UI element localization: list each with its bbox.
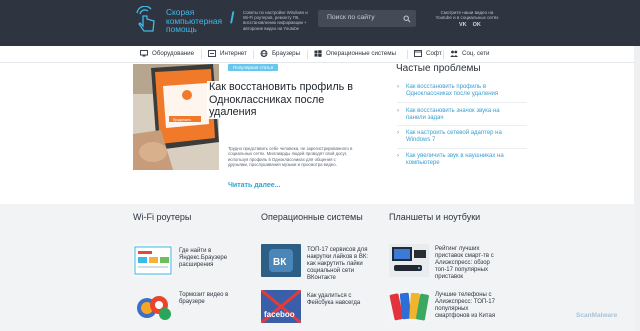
card-image[interactable]: ВК (261, 244, 301, 277)
chevron-right-icon: › (397, 153, 399, 159)
card-image[interactable] (133, 290, 173, 323)
nav-label: Браузеры (272, 50, 301, 57)
search-box[interactable]: Поиск по сайту (318, 10, 416, 27)
nav-divider (201, 50, 202, 59)
faq-link[interactable]: › Как восстановить профиль в Одноклассник… (397, 84, 517, 98)
nav-item-browsers[interactable]: Браузеры (260, 50, 300, 57)
featured-excerpt: Трудно представить себе человека, не зар… (228, 146, 353, 168)
nav-item-software[interactable]: Софт (414, 50, 442, 57)
faq-link[interactable]: › Как увеличить звук в наушниках на компь… (397, 153, 517, 167)
logo-text[interactable]: Скорая компьютерная помощь (166, 8, 236, 34)
card-image[interactable] (389, 290, 429, 323)
card-link[interactable]: Как удалиться с Фейсбука навсегда (307, 293, 371, 307)
image-button-word: Продолжить (173, 118, 192, 122)
nav-item-internet[interactable]: Интернет (208, 50, 247, 57)
card-image[interactable]: faceboo (261, 290, 301, 323)
nav-divider (443, 50, 444, 59)
nav-divider (307, 50, 308, 59)
nav-label: Оборудование (152, 50, 195, 57)
nav-divider (253, 50, 254, 59)
nav-label: Соц. сети (462, 50, 490, 57)
browser-extensions-icon (133, 244, 173, 277)
vk-icon[interactable]: VK (459, 22, 467, 28)
card-link[interactable]: Где найти в Яндекс.Браузере расширения (179, 248, 241, 269)
hand-tap-logo-icon[interactable] (134, 6, 158, 32)
vk-logo-icon: ВК (261, 244, 301, 277)
site-description: Советы по настройке Windows и Wi-Fi роут… (243, 10, 308, 31)
nav-divider (407, 50, 408, 59)
chevron-right-icon: › (397, 84, 399, 90)
main-nav: Оборудование Интернет Браузеры Операцион… (0, 46, 640, 63)
card-link[interactable]: Рейтинг лучших приставок смарт-тв с Алиэ… (435, 246, 501, 281)
windows-icon (314, 50, 322, 57)
faq-heading: Частые проблемы (396, 63, 481, 74)
faq-link[interactable]: › Как восстановить значок звука на панели… (397, 108, 517, 122)
globe-icon (260, 50, 268, 57)
column-title-os[interactable]: Операционные системы (261, 212, 363, 222)
nav-item-social[interactable]: Соц. сети (450, 50, 490, 57)
faq-divider (397, 102, 527, 103)
people-icon (450, 50, 458, 57)
column-title-wifi[interactable]: Wi-Fi роутеры (133, 212, 191, 222)
nav-label: Софт (426, 50, 442, 57)
search-input[interactable]: Поиск по сайту (327, 14, 375, 21)
search-icon[interactable] (403, 15, 411, 23)
site-header: Скорая компьютерная помощь / Советы по н… (0, 0, 640, 46)
chevron-right-icon: › (397, 130, 399, 136)
header-divider: / (230, 10, 235, 27)
smartphones-icon (389, 290, 429, 323)
page-scrollbar[interactable] (634, 46, 640, 331)
nav-label: Операционные системы (326, 50, 396, 57)
faq-link[interactable]: › Как настроить сетевой адаптер на Window… (397, 130, 517, 144)
svg-text:ВК: ВК (273, 257, 287, 268)
social-caption: Смотрите наши видео на Youtube и в социа… (435, 10, 499, 21)
nav-item-hardware[interactable]: Оборудование (140, 50, 194, 57)
nav-item-os[interactable]: Операционные системы (314, 50, 396, 57)
tv-box-icon (389, 244, 429, 277)
card-link[interactable]: Тормозит видео в браузере (179, 292, 241, 306)
facebook-icon: faceboo (261, 290, 301, 323)
card-link[interactable]: Лучшие телефоны с Алиэкспресс: ТОП-17 по… (435, 292, 501, 320)
hardware-icon (140, 50, 148, 57)
odnoklassniki-icon[interactable]: OK (473, 22, 481, 28)
card-image[interactable] (389, 244, 429, 277)
featured-title[interactable]: Как восстановить профиль в Одноклассника… (207, 81, 357, 119)
read-more-link[interactable]: Читать далее... (228, 182, 281, 189)
svg-text:faceboo: faceboo (264, 310, 295, 319)
watermark-logo: ScanMalware (576, 312, 618, 319)
nav-label: Интернет (220, 50, 247, 57)
popular-badge: Популярная статья (228, 64, 279, 71)
software-icon (414, 50, 422, 57)
card-link[interactable]: ТОП-17 сервисов для накрутки лайков в ВК… (307, 247, 371, 282)
internet-icon (208, 50, 216, 57)
column-title-tablets[interactable]: Планшеты и ноутбуки (389, 212, 480, 222)
chevron-right-icon: › (397, 108, 399, 114)
browser-logos-icon (133, 290, 173, 323)
faq-divider (397, 125, 527, 126)
card-image[interactable] (133, 244, 173, 277)
social-links: VK OK (459, 22, 481, 28)
faq-divider (397, 148, 527, 149)
